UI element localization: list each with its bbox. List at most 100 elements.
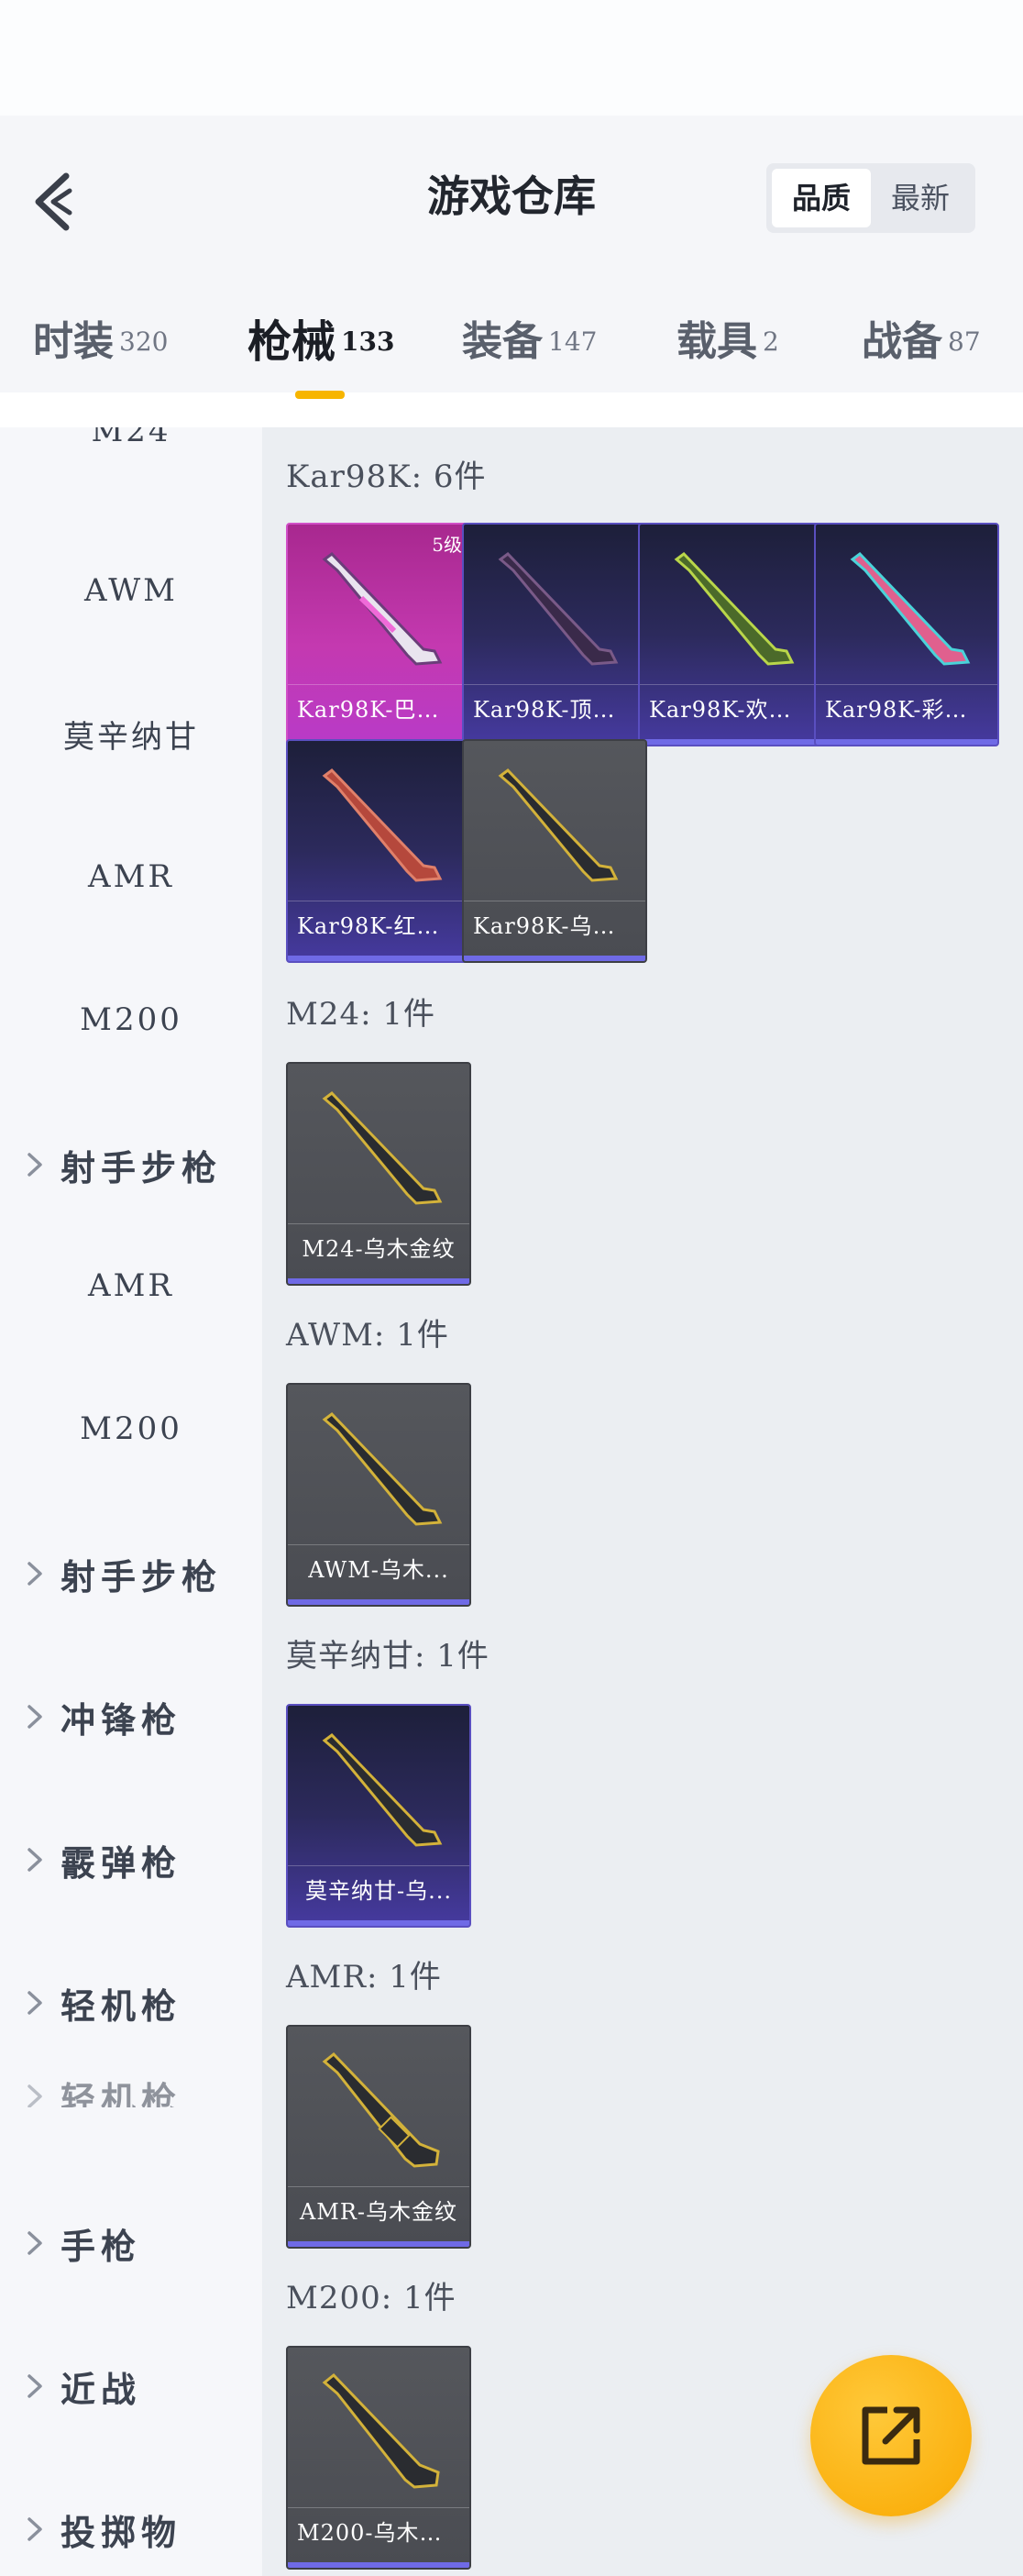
sidebar-item-shotgun[interactable]: 霰弹枪 [0,1832,262,1887]
weapon-name: AMR-乌木金纹 [288,2186,469,2236]
weapon-card[interactable]: Kar98K-红色... [286,739,471,963]
rarity-bar [640,739,821,745]
sort-latest-option[interactable]: 最新 [871,169,970,227]
chevron-right-icon [26,1989,51,2017]
tab-count: 320 [119,326,169,357]
weapon-card[interactable]: AMR-乌木金纹 [286,2025,471,2249]
rarity-bar [288,2241,469,2247]
weapon-card[interactable]: M24-乌木金纹 [286,1062,471,1286]
sidebar-item-lmg[interactable]: 轻机枪 [0,1975,262,2030]
rifle-icon [322,552,443,666]
sort-quality-option[interactable]: 品质 [772,169,871,227]
tab-label: 枪械 [248,316,336,368]
tab-label: 战备 [862,318,942,365]
sidebar-item-amr[interactable]: AMR [0,849,262,904]
sidebar-item-lmg-ghost: 轻机枪 [0,2069,262,2120]
sidebar-item-awm[interactable]: AWM [0,563,262,618]
tab-count: 133 [341,326,395,357]
sidebar-item-label: M200 [80,1001,182,1038]
section-title: 莫辛纳甘: 1件 [286,1638,490,1675]
rifle-icon [674,552,795,666]
tab-count: 147 [548,326,598,357]
rifle-icon [322,2372,440,2489]
active-tab-indicator [295,391,345,399]
share-button[interactable] [810,2355,972,2516]
sidebar-item-label: M200 [80,1410,182,1447]
rifle-icon [498,768,619,882]
weapon-card[interactable]: M200-乌木金纹 [286,2346,471,2570]
tab-count: 2 [763,326,779,357]
sidebar-item-throwables[interactable]: 投掷物 [0,2502,262,2557]
status-bar [0,0,1023,116]
sidebar-item-m200[interactable]: M200 [0,992,262,1047]
sidebar-item-m24[interactable]: M24 [0,427,262,459]
chevron-right-icon [26,2229,51,2257]
sidebar-item-marksman-rifles[interactable]: 射手步枪 [0,1137,262,1192]
weapon-card[interactable]: Kar98K-欢乐... [638,523,823,746]
weapon-name: 莫辛纳甘-乌... [288,1865,469,1915]
weapon-name: AWM-乌木... [288,1544,469,1594]
weapon-card[interactable]: 莫辛纳甘-乌... [286,1704,471,1928]
sidebar-item-label: AMR [88,858,174,895]
chevron-right-icon [26,2083,51,2107]
external-link-icon [862,2406,920,2465]
rifle-icon [322,1412,443,1526]
weapon-name: Kar98K-顶峰... [464,684,645,734]
sidebar-item-pistol[interactable]: 手枪 [0,2216,262,2271]
sidebar-item-marksman-rifles[interactable]: 射手步枪 [0,1546,262,1601]
sidebar-item-melee[interactable]: 近战 [0,2359,262,2414]
chevron-right-icon [26,2372,51,2400]
sidebar-item-label: 轻机枪 [60,2078,182,2120]
rifle-icon [322,768,443,882]
weapon-card[interactable]: Kar98K-顶峰... [462,523,647,746]
tab-count: 87 [948,326,981,357]
weapon-list[interactable]: Kar98K: 6件 5级 Kar98K-巴巴... Kar98K-顶峰... … [262,427,1023,2576]
weapon-card[interactable]: Kar98K-乌木... [462,739,647,963]
section-title: M200: 1件 [286,2280,456,2316]
rarity-bar [288,1599,469,1605]
sidebar-item-label: 射手步枪 [60,1555,223,1598]
sidebar-item-label: 投掷物 [60,2511,182,2553]
rifle-icon [322,2051,440,2168]
sidebar-item-label: 轻机枪 [60,1985,182,2027]
sort-toggle[interactable]: 品质 最新 [766,163,975,233]
weapon-name: Kar98K-彩虹... [816,684,997,734]
section-title: Kar98K: 6件 [286,459,487,495]
rarity-bar [816,739,997,745]
sidebar-item-m200[interactable]: M200 [0,1401,262,1456]
weapon-card[interactable]: Kar98K-彩虹... [814,523,999,746]
rarity-bar [288,1920,469,1926]
weapon-name: Kar98K-红色... [288,901,469,950]
sidebar-item-label: 霰弹枪 [60,1841,182,1884]
weapon-card[interactable]: 5级 Kar98K-巴巴... [286,523,471,746]
chevron-right-icon [26,1703,51,1730]
rarity-bar [288,2562,469,2568]
tab-guns[interactable]: 枪械 133 [248,310,394,392]
chevron-right-icon [26,1846,51,1874]
chevron-right-icon [26,1560,51,1587]
rarity-bar [288,956,469,961]
tab-label: 装备 [462,318,543,365]
sidebar-item-label: AWM [84,572,178,609]
sidebar-item-amr[interactable]: AMR [0,1258,262,1313]
tab-vehicles[interactable]: 载具 2 [676,310,779,392]
section-title: M24: 1件 [286,996,435,1033]
weapon-name: Kar98K-欢乐... [640,684,821,734]
tab-supplies[interactable]: 战备 87 [862,310,981,392]
rifle-icon [322,1733,443,1847]
tab-fashion[interactable]: 时装 320 [33,310,168,392]
rifle-icon [498,552,619,666]
sidebar-item-smg[interactable]: 冲锋枪 [0,1689,262,1744]
rifle-icon [850,552,971,666]
section-title: AMR: 1件 [286,1959,442,1996]
weapon-card[interactable]: AWM-乌木... [286,1383,471,1607]
sidebar-item-label: 近战 [60,2368,142,2410]
sidebar-item-label: 冲锋枪 [60,1698,182,1741]
weapon-name: M24-乌木金纹 [288,1223,469,1273]
tab-equipment[interactable]: 装备 147 [462,310,597,392]
rifle-icon [322,1091,443,1205]
weapon-sidebar[interactable]: M24 AWM 莫辛纳甘 AMR M200 射手步枪 AMR M200 射手步枪… [0,427,262,2576]
sidebar-item-label: 射手步枪 [60,1146,223,1188]
chevron-right-icon [26,2515,51,2543]
sidebar-item-mosin[interactable]: 莫辛纳甘 [0,706,262,761]
